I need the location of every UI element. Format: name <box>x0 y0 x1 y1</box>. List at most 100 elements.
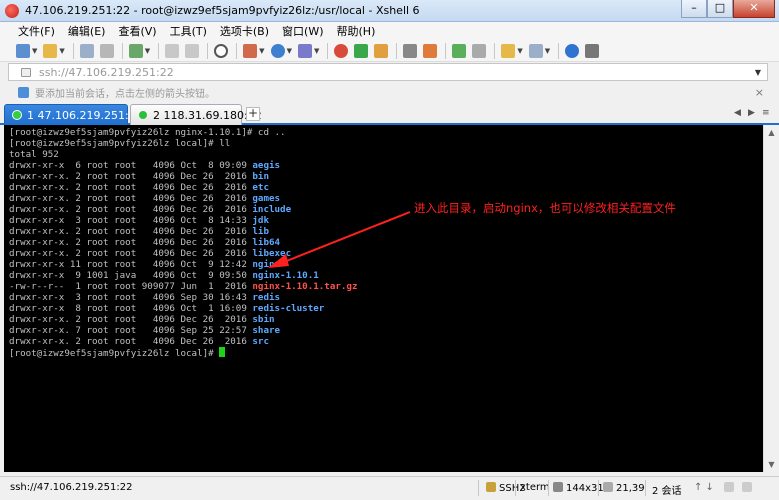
chevron-down-icon[interactable]: ▼ <box>545 47 550 55</box>
file-attributes: drwxr-xr-x 6 root root 4096 Oct 8 09:09 <box>9 160 253 171</box>
terminal-text: total 952 <box>9 149 59 160</box>
toolbar-separator <box>158 42 160 59</box>
terminal-line: drwxr-xr-x 9 1001 java 4096 Oct 9 09:50 … <box>9 270 763 281</box>
terminal-settings-icon[interactable] <box>243 43 258 58</box>
keyboard-icon[interactable] <box>403 43 418 58</box>
scroll-down-icon[interactable]: ▼ <box>764 457 779 472</box>
status-divider <box>548 480 549 496</box>
file-attributes: drwxr-xr-x 9 1001 java 4096 Oct 9 09:50 <box>9 270 253 281</box>
terminal-line: drwxr-xr-x 3 root root 4096 Sep 30 16:43… <box>9 292 763 303</box>
menu-file[interactable]: 文件(F) <box>18 23 55 39</box>
status-address: ssh://47.106.219.251:22 <box>10 482 133 493</box>
terminal-line: drwxr-xr-x. 2 root root 4096 Dec 26 2016… <box>9 336 763 347</box>
menu-tab[interactable]: 选项卡(B) <box>220 23 269 39</box>
toolbar-separator <box>236 42 238 59</box>
help-icon[interactable] <box>565 43 580 58</box>
hint-text: 要添加当前会话，点击左侧的箭头按钮。 <box>35 88 215 100</box>
directory-name: src <box>252 336 269 347</box>
tab-session-1[interactable]: 1 47.106.219.251:22 <box>4 104 143 125</box>
script-icon[interactable] <box>423 43 438 58</box>
file-attributes: drwxr-xr-x. 2 root root 4096 Dec 26 2016 <box>9 336 253 347</box>
toolbar-separator <box>558 42 560 59</box>
tab-scroll-left-icon[interactable]: ◀ <box>734 108 741 118</box>
new-session-icon[interactable] <box>16 43 30 58</box>
status-cursor-position: 21,39 <box>603 482 645 494</box>
scroll-arrows-icon[interactable]: ↑ ↓ <box>694 482 714 493</box>
chevron-down-icon[interactable]: ▼ <box>314 47 319 55</box>
copy-icon[interactable] <box>165 43 180 58</box>
terminal-line: drwxr-xr-x. 2 root root 4096 Dec 26 2016… <box>9 226 763 237</box>
connected-status-icon <box>139 111 147 119</box>
minimize-button[interactable]: – <box>681 0 707 18</box>
archive-file-name: nginx-1.10.1.tar.gz <box>252 281 358 292</box>
window-title: 47.106.219.251:22 - root@izwz9ef5sjam9pv… <box>25 4 420 17</box>
tab-bar: 1 47.106.219.251:22 2 118.31.69.180:22 +… <box>0 103 779 125</box>
directory-name: aegis <box>252 160 281 171</box>
scroll-up-icon[interactable]: ▲ <box>764 125 779 140</box>
chevron-down-icon[interactable]: ▼ <box>287 47 292 55</box>
chevron-down-icon[interactable]: ▼ <box>755 68 761 77</box>
terminal-line: drwxr-xr-x 11 root root 4096 Oct 9 12:42… <box>9 259 763 270</box>
toolbar-separator <box>396 42 398 59</box>
tab-scroll-right-icon[interactable]: ▶ <box>748 108 755 118</box>
add-tab-button[interactable]: + <box>246 107 260 121</box>
new-folder-icon[interactable] <box>501 43 516 58</box>
chevron-down-icon[interactable]: ▼ <box>145 47 150 55</box>
directory-name: include <box>252 204 292 215</box>
menu-tools[interactable]: 工具(T) <box>170 23 207 39</box>
properties-icon[interactable] <box>128 43 143 58</box>
size-icon <box>553 482 563 492</box>
chevron-down-icon[interactable]: ▼ <box>517 47 522 55</box>
caps-indicator-icon <box>724 482 737 494</box>
terminal-line: [root@izwz9ef5sjam9pvfyiz26lz local]# ll <box>9 138 763 149</box>
terminal-line: -rw-r--r-- 1 root root 909077 Jun 1 2016… <box>9 281 763 292</box>
disconnect-icon[interactable] <box>99 43 114 58</box>
toolbar-separator <box>207 42 209 59</box>
menu-window[interactable]: 窗口(W) <box>282 23 323 39</box>
directory-name: etc <box>252 182 269 193</box>
file-attributes: drwxr-xr-x 3 root root 4096 Oct 8 14:33 <box>9 215 253 226</box>
fullscreen-icon[interactable] <box>452 43 467 58</box>
xftp-transfer-icon[interactable] <box>354 43 369 58</box>
terminal-line: drwxr-xr-x. 2 root root 4096 Dec 26 2016… <box>9 248 763 259</box>
file-attributes: drwxr-xr-x. 2 root root 4096 Dec 26 2016 <box>9 204 253 215</box>
xshell-app-icon <box>5 3 19 18</box>
status-bar: ssh://47.106.219.251:22 SSH2 xterm 144x3… <box>0 476 779 500</box>
hint-close-button[interactable]: × <box>755 86 764 99</box>
lock-icon[interactable] <box>374 43 389 58</box>
xftp-icon[interactable] <box>334 43 349 58</box>
transparency-icon[interactable] <box>472 43 487 58</box>
address-bar[interactable]: ssh://47.106.219.251:22 ▼ <box>8 63 768 81</box>
menu-view[interactable]: 查看(V) <box>118 23 156 39</box>
layout-icon[interactable] <box>528 43 543 58</box>
file-attributes: drwxr-xr-x 3 root root 4096 Sep 30 16:43 <box>9 292 253 303</box>
terminal-scrollbar[interactable]: ▲ ▼ <box>763 125 779 472</box>
status-divider <box>515 480 516 496</box>
paste-icon[interactable] <box>185 43 200 58</box>
search-icon[interactable] <box>214 43 229 58</box>
globe-icon[interactable] <box>270 43 285 58</box>
tab-session-2[interactable]: 2 118.31.69.180:22 <box>130 104 262 125</box>
menu-help[interactable]: 帮助(H) <box>337 23 376 39</box>
open-folder-icon[interactable] <box>43 43 58 58</box>
arrow-icon[interactable] <box>18 86 29 98</box>
toolbar-separator <box>121 42 123 59</box>
directory-name: bin <box>252 171 269 182</box>
status-divider <box>478 480 479 496</box>
chat-icon[interactable] <box>585 43 600 58</box>
directory-name: redis-cluster <box>252 303 325 314</box>
close-button[interactable]: ✕ <box>733 0 775 18</box>
tab-menu-icon[interactable]: ≡ <box>762 108 770 118</box>
menu-edit[interactable]: 编辑(E) <box>68 23 106 39</box>
terminal-line: drwxr-xr-x. 2 root root 4096 Dec 26 2016… <box>9 237 763 248</box>
num-indicator-icon <box>742 482 755 494</box>
toolbar-separator <box>494 42 496 59</box>
address-value[interactable]: ssh://47.106.219.251:22 <box>39 66 174 79</box>
maximize-button[interactable]: □ <box>707 0 733 18</box>
terminal-output[interactable]: [root@izwz9ef5sjam9pvfyiz26lz nginx-1.10… <box>4 125 763 472</box>
font-icon[interactable] <box>297 43 312 58</box>
chevron-down-icon[interactable]: ▼ <box>59 47 64 55</box>
chevron-down-icon[interactable]: ▼ <box>259 47 264 55</box>
chevron-down-icon[interactable]: ▼ <box>32 47 37 55</box>
reconnect-icon[interactable] <box>79 43 94 58</box>
